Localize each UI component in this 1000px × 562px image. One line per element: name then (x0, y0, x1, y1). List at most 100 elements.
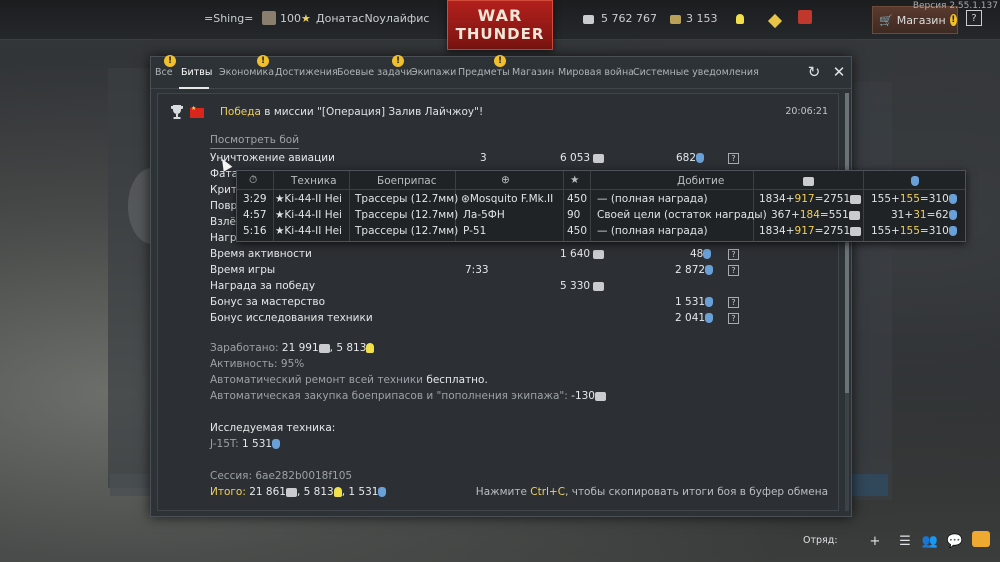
research-label: Исследуемая техника: (210, 422, 336, 434)
list-icon[interactable]: ☰ (896, 532, 914, 550)
trophy-icon (171, 105, 183, 119)
rp-icon (911, 175, 919, 187)
shop-label: Магазин (896, 13, 946, 27)
scroll-thumb[interactable] (845, 93, 849, 393)
kill-score: 450 (567, 193, 588, 205)
help-button[interactable]: ? (966, 10, 982, 26)
row-label: Взлё (210, 216, 236, 228)
info-button[interactable]: ? (728, 249, 739, 260)
notification-tabs: Все Битвы Экономика Достижения Боевые за… (151, 55, 851, 89)
row-count: 3 (480, 152, 487, 164)
kill-reward: — (полная награда) (597, 193, 708, 205)
tab-system[interactable]: Системные уведомления (633, 67, 759, 78)
tab-shop[interactable]: Магазин (512, 67, 554, 78)
earned-line: Заработано: 21 991, 5 813 (210, 342, 375, 354)
silver-icon (318, 343, 330, 353)
avatar[interactable] (262, 11, 276, 28)
tab-world-war[interactable]: Мировая война (558, 67, 634, 78)
view-battle-link[interactable]: Посмотреть бой (210, 134, 300, 149)
bottom-bar: Отряд: + ☰ 👥 💬 (0, 522, 1000, 562)
silver-lions-icon (583, 12, 594, 25)
kill-reward: Своей цели (остаток награды) (597, 209, 767, 221)
silver-icon (593, 153, 605, 163)
add-squad-icon[interactable]: + (866, 532, 884, 550)
info-button[interactable]: ? (728, 265, 739, 276)
info-button[interactable]: ? (728, 313, 739, 324)
tab-battles[interactable]: Битвы (181, 67, 212, 78)
refresh-icon[interactable]: ↻ (805, 63, 823, 81)
kill-rp: 155+155=310 (871, 225, 957, 237)
row-label: Нагр (210, 232, 237, 244)
tab-items[interactable]: Предметы (458, 67, 510, 78)
clock-icon: ⏱ (249, 174, 258, 186)
cart-icon: 🛒 (879, 13, 893, 27)
player-level: 100 (280, 12, 301, 25)
rp-icon (696, 153, 705, 163)
rp-icon (272, 439, 281, 449)
tab-crews[interactable]: Экипажи (411, 67, 456, 78)
tab-achievements[interactable]: Достижения (275, 67, 338, 78)
kill-details-tooltip: ⏱ Техника Боеприпас ⊕ ★ Добитие 3:29 ★Ki… (236, 170, 966, 242)
research-vehicle-line: J-15T: 1 531 (210, 438, 281, 450)
squad-tag[interactable]: =Shing= (204, 12, 253, 25)
chat-bubble-icon[interactable]: 💬 (946, 532, 964, 550)
row-label: Бонус за мастерство (210, 296, 326, 308)
rp-icon (703, 249, 712, 259)
victory-label: Победа (220, 106, 261, 118)
row-label: Награда за победу (210, 280, 316, 292)
kill-reward: — (полная награда) (597, 225, 708, 237)
close-icon[interactable]: ✕ (830, 63, 848, 81)
kill-score: 450 (567, 225, 588, 237)
war-thunder-logo[interactable]: WAR THUNDER (447, 0, 553, 50)
notification-content: Победа в миссии "[Операция] Залив Лайчжо… (157, 93, 839, 511)
kill-time: 5:16 (243, 225, 267, 237)
kill-ammo: Трассеры (12.7мм) (355, 225, 459, 237)
kill-vehicle: ★Ki-44-II Hei (275, 209, 342, 221)
tab-economy[interactable]: Экономика (219, 67, 274, 78)
session-line: Сессия: 6ae282b0018f105 (210, 470, 353, 482)
activity-line: Активность: 95% (210, 358, 305, 370)
bulb-icon (366, 343, 375, 353)
player-name[interactable]: ДонатасNoулайфис (316, 12, 429, 25)
tab-items-warning-icon: ! (494, 55, 506, 67)
kill-rp: 155+155=310 (871, 193, 957, 205)
kill-target: ⊛Mosquito F.Mk.II (461, 193, 554, 205)
silver-icon (593, 249, 605, 259)
messages-icon[interactable] (972, 531, 990, 547)
squad-label: Отряд: (803, 535, 838, 546)
reward-row: Награда за победу 5 330 (210, 280, 750, 296)
silver-icon (803, 175, 814, 187)
silver-icon (285, 487, 297, 497)
silver-icon (593, 281, 605, 291)
tab-all[interactable]: Все (155, 67, 173, 78)
row-label: Бонус исследования техники (210, 312, 373, 324)
kill-time: 3:29 (243, 193, 267, 205)
kill-silver: 1834+917=2751 (759, 193, 862, 205)
tab-battle-tasks[interactable]: Боевые задачи (337, 67, 412, 78)
kill-vehicle: ★Ki-44-II Hei (275, 225, 342, 237)
tab-tasks-warning-icon: ! (392, 55, 404, 67)
bulb-icon (333, 487, 342, 497)
tab-economy-warning-icon: ! (257, 55, 269, 67)
golden-eagles-icon (670, 12, 681, 25)
header-reward: Добитие (677, 175, 725, 187)
silver-lions-balance: 5 762 767 (601, 12, 657, 25)
contacts-icon[interactable]: 👥 (921, 532, 939, 550)
background-button-right (850, 474, 888, 496)
info-button[interactable]: ? (728, 153, 739, 164)
header-ammo: Боеприпас (377, 175, 437, 187)
bulb-icon[interactable] (736, 12, 744, 25)
row-silver: 1 640 (560, 248, 605, 260)
warning-icon: ! (949, 14, 957, 26)
rp-icon (705, 313, 714, 323)
wallet-icon[interactable] (798, 10, 812, 27)
logo-line-1: WAR (477, 6, 523, 25)
rp-icon (378, 487, 387, 497)
info-button[interactable]: ? (728, 297, 739, 308)
row-label: Повр (210, 200, 238, 212)
repair-line: Автоматический ремонт всей техники беспл… (210, 374, 488, 386)
scrollbar[interactable] (845, 93, 849, 511)
reward-row: Время активности 1 640 48 ? (210, 248, 750, 264)
background-button-left (110, 474, 150, 496)
premium-icon[interactable] (767, 13, 783, 29)
